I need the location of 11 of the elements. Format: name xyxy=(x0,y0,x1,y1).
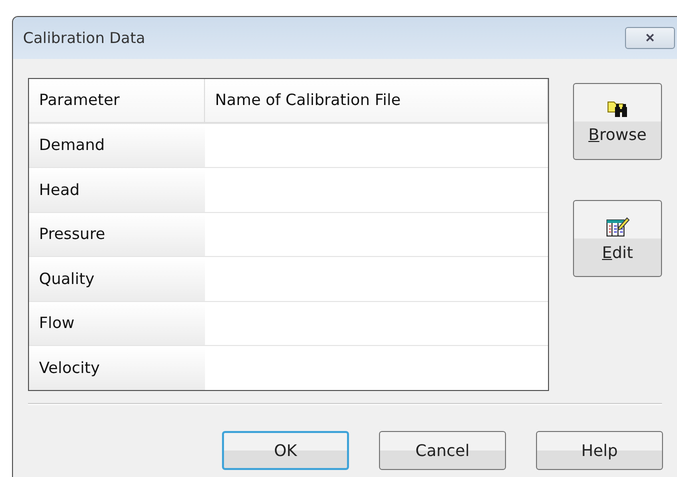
window-title: Calibration Data xyxy=(23,29,146,47)
table-pencil-icon xyxy=(606,215,630,237)
close-button[interactable]: ✕ xyxy=(625,27,675,49)
folder-binoculars-icon xyxy=(606,99,628,119)
browse-button[interactable]: Browse xyxy=(573,83,662,160)
column-header: Parameter xyxy=(29,79,205,122)
column-header: Name of Calibration File xyxy=(205,79,548,122)
edit-button[interactable]: Edit xyxy=(573,200,662,277)
dialog-button[interactable]: Cancel xyxy=(379,430,506,470)
dialog-button[interactable]: Help xyxy=(536,430,663,470)
dialog-button[interactable]: OK xyxy=(222,430,349,470)
